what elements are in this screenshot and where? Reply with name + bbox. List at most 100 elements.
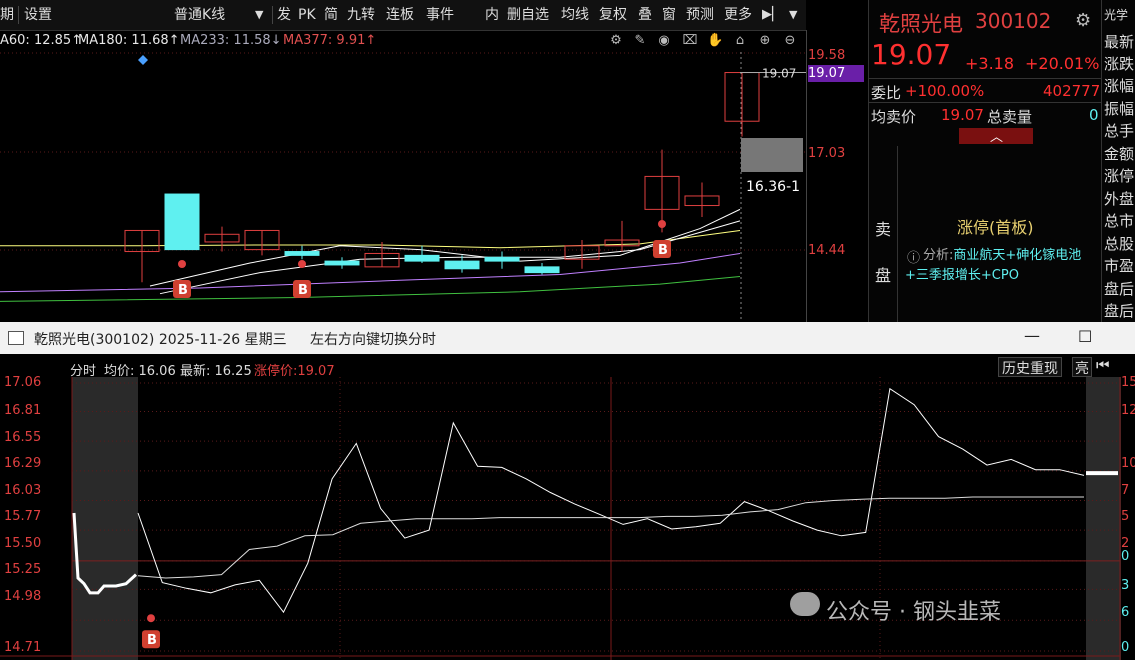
strip-label-9: 总市 [1104, 212, 1135, 230]
strip-label-10: 总股 [1104, 235, 1135, 253]
strip-label-6: 金额 [1104, 145, 1135, 163]
intraday-pct-label-1: 12 [1121, 403, 1135, 418]
watermark-text: 公众号 · 钢头韭菜 [826, 600, 1001, 625]
toolbar-window-button[interactable]: 窗 [662, 4, 676, 26]
strip-label-1: 最新 [1104, 33, 1135, 51]
intraday-pct-label-0: 15 [1121, 375, 1135, 390]
top-diamond-marker [138, 55, 148, 65]
intraday-axis-label-4: 16.03 [4, 483, 42, 498]
intraday-pct-label-2: 10 [1121, 456, 1135, 471]
buy-marker-text: B [147, 633, 157, 648]
strip-label-12: 盘后 [1104, 280, 1135, 298]
ma377-label: MA377: 9.91↑ [283, 33, 377, 48]
toolbar-pk-button[interactable]: PK [298, 4, 316, 26]
strip-label-2: 涨跌 [1104, 55, 1135, 73]
ma-white-line-1 [149, 208, 741, 287]
candle-body [484, 256, 520, 262]
toolbar-settings-button[interactable]: 设置 [24, 4, 52, 26]
toolbar-adjust-button[interactable]: 复权 [599, 4, 627, 26]
pen-icon[interactable]: ✎ [632, 33, 648, 49]
ma-green-line [0, 275, 741, 302]
intraday-axis-label-9: 14.71 [4, 640, 42, 655]
gift-icon[interactable]: ⌧ [682, 33, 698, 49]
intraday-axis-label-1: 16.81 [4, 403, 42, 418]
toolbar-simple-button[interactable]: 简 [324, 4, 338, 26]
kline-type-select[interactable]: 普通K线 [174, 4, 225, 26]
skip-end-icon[interactable]: ▶▏ [762, 4, 782, 26]
kline-chart[interactable]: 19.07 16.36-1 B B B [0, 52, 806, 322]
buy-marker-dot [178, 260, 186, 268]
intraday-pct-label-8: 6 [1121, 605, 1130, 620]
ma60-label: A60: 12.85↑ [0, 33, 83, 48]
intraday-window: 乾照光电(300102) 2025-11-26 星期三 左右方向键切换分时 — … [0, 322, 1135, 660]
toolbar-limit-board-button[interactable]: 连板 [386, 4, 414, 26]
buy-marker-dot [147, 614, 155, 623]
toolbar-period-button[interactable]: 期 [0, 4, 14, 26]
toolbar-nine-turn-button[interactable]: 九转 [347, 4, 375, 26]
cursor-band [741, 138, 803, 172]
lock-icon[interactable]: ⌂ [732, 33, 748, 49]
ma-yellow-line [0, 229, 741, 249]
kline-toolbar: 期 设置 普通K线 ▼ 发 PK 简 九转 连板 事件 内 删自选 均线 复权 … [0, 0, 806, 31]
gear-icon[interactable]: ⚙ [608, 33, 624, 49]
intraday-axis-label-7: 15.25 [4, 562, 42, 577]
toolbar-publish-button[interactable]: 发 [277, 4, 291, 26]
zoom-out-icon[interactable]: ⊖ [782, 33, 798, 49]
toolbar-forecast-button[interactable]: 预测 [686, 4, 714, 26]
intraday-pct-label-7: 3 [1121, 578, 1130, 593]
buy-marker-text: B [658, 243, 668, 258]
toolbar-overlay-button[interactable]: 叠 [638, 4, 652, 26]
toolbar-events-button[interactable]: 事件 [426, 4, 454, 26]
sell-label-1: 卖 [875, 220, 892, 239]
chevron-up-icon: ︿ [990, 130, 1004, 145]
ma180-label: MA180: 11.68↑ [78, 33, 180, 48]
candle-body [404, 254, 440, 262]
collapse-button[interactable]: ︿ [959, 128, 1033, 145]
ma-legend: A60: 12.85↑ MA180: 11.68↑ MA233: 11.58↓ … [0, 30, 806, 52]
back-to-start-icon[interactable]: ⏮ [1096, 356, 1110, 374]
current-price: 19.07 [871, 38, 952, 71]
quote-panel: 乾照光电 300102 ⚙ 19.07 +3.18 +20.01% 委比 +10… [868, 0, 1102, 322]
eye-icon[interactable]: ◉ [656, 33, 672, 49]
buy-marker-text: B [298, 283, 308, 298]
gear-icon[interactable]: ⚙ [1075, 10, 1091, 31]
candle-body [164, 193, 200, 251]
total-sell-label: 总卖量 [987, 108, 1033, 126]
chevron-down-icon[interactable]: ▼ [255, 4, 263, 26]
stock-name: 乾照光电 [879, 12, 963, 36]
toolbar-remove-watchlist-button[interactable]: 删自选 [507, 4, 549, 26]
window-title: 乾照光电(300102) 2025-11-26 星期三 [34, 332, 287, 348]
hand-icon[interactable]: ✋ [707, 33, 723, 49]
analysis-prefix: 分析: [923, 248, 954, 263]
sell-label-2: 盘 [875, 266, 892, 285]
candle-body [524, 266, 560, 274]
toolbar-inner-button[interactable]: 内 [485, 4, 499, 26]
candle-body [444, 260, 480, 270]
buy-marker-dot [298, 260, 306, 268]
price-change: +3.18 [965, 54, 1015, 73]
toolbar-ma-button[interactable]: 均线 [561, 4, 589, 26]
window-title-bar[interactable]: 乾照光电(300102) 2025-11-26 星期三 左右方向键切换分时 — … [0, 322, 1135, 354]
maximize-button[interactable]: ☐ [1078, 327, 1092, 346]
quote-field-strip: 光学 最新 涨跌 涨幅 振幅 总手 金额 涨停 外盘 总市 总股 市盈 盘后 盘… [1101, 0, 1135, 322]
ma233-label: MA233: 11.58↓ [180, 33, 282, 48]
chevron-down-icon[interactable]: ▼ [789, 4, 797, 26]
zoom-in-icon[interactable]: ⊕ [757, 33, 773, 49]
wechat-icon [790, 592, 820, 616]
candle-body [284, 251, 320, 256]
app-icon [8, 331, 24, 345]
strip-label-11: 市盈 [1104, 257, 1135, 275]
strip-label-3: 涨幅 [1104, 77, 1135, 95]
intraday-axis-label-0: 17.06 [4, 375, 42, 390]
minimize-button[interactable]: — [1024, 326, 1040, 345]
price-change-pct: +20.01% [1025, 54, 1100, 73]
cursor-value-label: 16.36-1 [746, 179, 800, 195]
toolbar-more-button[interactable]: 更多 [724, 4, 752, 26]
buy-marker-dot [658, 220, 666, 228]
strip-label-13: 盘后 [1104, 302, 1135, 320]
history-replay-button[interactable]: 历史重现 [998, 357, 1062, 377]
brightness-button[interactable]: 亮 [1072, 357, 1092, 377]
price-tag-marker: 19.07 [808, 65, 864, 82]
stock-code: 300102 [975, 9, 1052, 33]
intraday-axis-label-6: 15.50 [4, 536, 42, 551]
